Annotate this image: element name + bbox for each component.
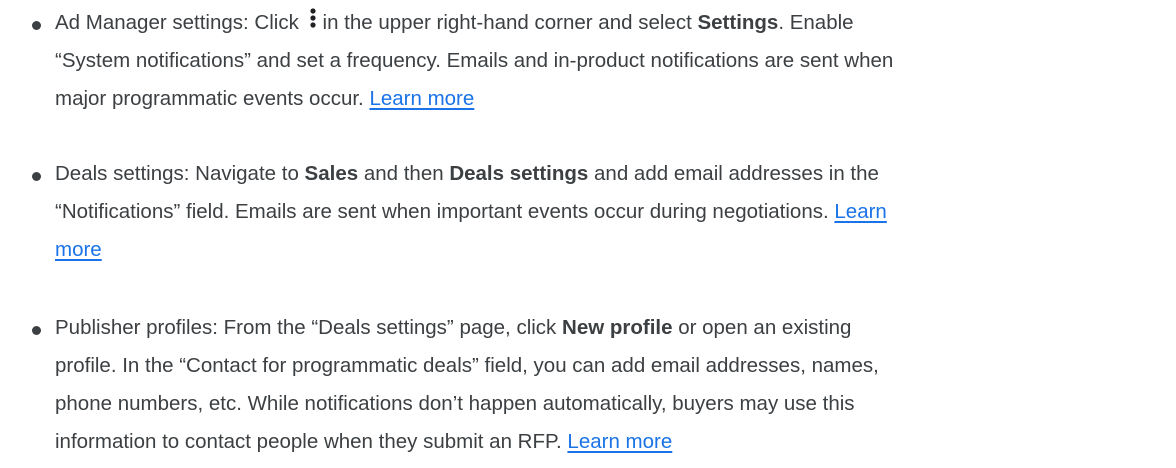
learn-more-link[interactable]: Learn (834, 200, 886, 223)
body-text: and add email addresses in the (588, 162, 879, 185)
bullet-dot (32, 172, 41, 181)
emphasized-ui-label: Deals settings (449, 162, 589, 185)
body-text: and then (358, 162, 450, 185)
body-text: Ad Manager settings: Click (55, 11, 305, 34)
body-text: Deals settings: Navigate to (55, 162, 305, 185)
emphasized-ui-label: Settings (697, 11, 779, 34)
text-line: more (55, 231, 1170, 269)
learn-more-link[interactable]: Learn more (567, 430, 672, 453)
text-line: information to contact people when they … (55, 423, 1170, 461)
text-line: “System notifications” and set a frequen… (55, 42, 1170, 80)
text-line: Deals settings: Navigate to Sales and th… (55, 155, 1170, 193)
learn-more-link[interactable]: Learn more (369, 87, 474, 110)
body-text: phone numbers, etc. While notifications … (55, 392, 855, 415)
vertical-dots-icon (303, 8, 323, 30)
list-item-text: Publisher profiles: From the “Deals sett… (55, 309, 1170, 461)
text-line: major programmatic events occur. Learn m… (55, 80, 1170, 118)
list-item-text: Deals settings: Navigate to Sales and th… (55, 155, 1170, 269)
body-text: Publisher profiles: From the “Deals sett… (55, 316, 563, 339)
text-line: Publisher profiles: From the “Deals sett… (55, 309, 1170, 347)
bullet-dot (32, 326, 41, 335)
learn-more-link[interactable]: more (55, 238, 102, 261)
body-text: profile. In the “Contact for programmati… (55, 354, 879, 377)
bullet-dot (32, 21, 41, 30)
text-line: profile. In the “Contact for programmati… (55, 347, 1170, 385)
list-item-text: Ad Manager settings: Click in the upper … (55, 4, 1170, 118)
body-text: or open an existing (672, 316, 852, 339)
body-text: . Enable (778, 11, 854, 34)
body-text: in the upper right-hand corner and selec… (322, 11, 698, 34)
emphasized-ui-label: Sales (304, 162, 359, 185)
emphasized-ui-label: New profile (562, 316, 673, 339)
help-document: Ad Manager settings: Click in the upper … (0, 0, 1176, 468)
text-line: Ad Manager settings: Click in the upper … (55, 4, 1170, 42)
text-line: phone numbers, etc. While notifications … (55, 385, 1170, 423)
body-text: “Notifications” field. Emails are sent w… (55, 200, 835, 223)
body-text: “System notifications” and set a frequen… (55, 49, 894, 72)
text-line: “Notifications” field. Emails are sent w… (55, 193, 1170, 231)
body-text: information to contact people when they … (55, 430, 568, 453)
body-text: major programmatic events occur. (55, 87, 370, 110)
